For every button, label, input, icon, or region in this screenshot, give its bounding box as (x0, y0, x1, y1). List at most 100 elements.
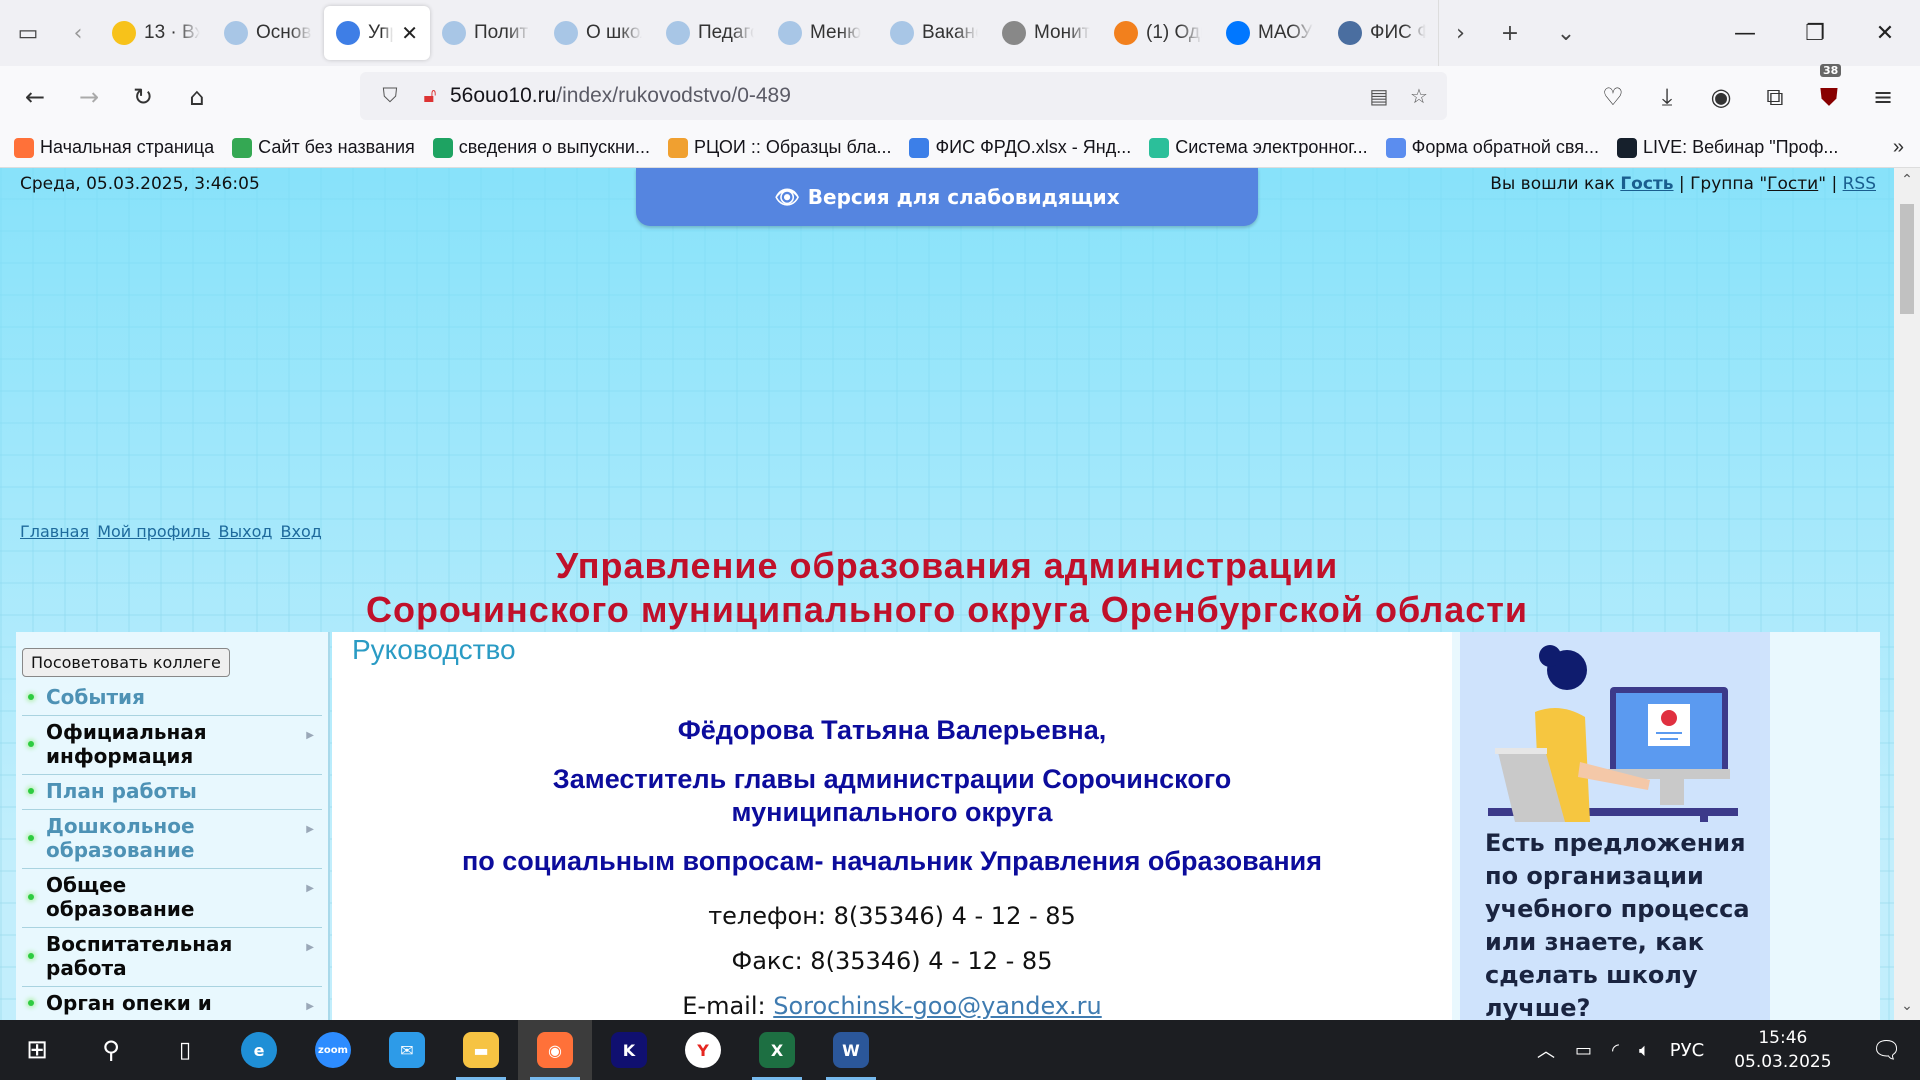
firefox-view-icon[interactable]: ▭ (0, 0, 56, 66)
language-indicator[interactable]: РУС (1670, 1040, 1704, 1061)
submenu-arrow-icon: ▶ (306, 1001, 314, 1012)
taskbar-app-excel[interactable]: X (740, 1020, 814, 1080)
bookmark-6[interactable]: Форма обратной свя... (1385, 137, 1599, 158)
pocket-icon[interactable]: ♡ (1586, 70, 1640, 124)
bookmark-2[interactable]: сведения о выпускни... (432, 137, 650, 158)
bookmark-0[interactable]: Начальная страница (14, 137, 214, 158)
tab-3[interactable]: Политика (430, 6, 542, 60)
search-button[interactable]: ⚲ (74, 1020, 148, 1080)
sidebar-item-4[interactable]: Общее образование ▶ (22, 869, 322, 928)
yandex-mail-icon (112, 21, 136, 45)
taskbar-app-kaspersky[interactable]: K (592, 1020, 666, 1080)
show-hidden-icons-icon[interactable]: ︿ (1537, 1037, 1555, 1063)
ublock-icon[interactable]: ⛊ 38 (1802, 64, 1856, 124)
bookmark-4[interactable]: ФИС ФРДО.xlsx - Янд... (909, 137, 1131, 158)
new-tab-icon[interactable]: + (1482, 0, 1538, 66)
tab-2[interactable]: Управление ✕ (324, 6, 430, 60)
tab-label: (1) Одноклассники (1146, 22, 1202, 43)
taskbar-app-firefox[interactable]: ◉ (518, 1020, 592, 1080)
tab-9[interactable]: (1) Одноклассники (1102, 6, 1214, 60)
tab-10[interactable]: МАОУ (1214, 6, 1326, 60)
account-icon[interactable]: ◉ (1694, 70, 1748, 124)
r-icon (1617, 137, 1638, 158)
scroll-up-icon[interactable]: ⌃ (1894, 172, 1920, 194)
top-links: Главная Мой профиль Выход Вход (20, 522, 325, 541)
bullet-icon (28, 894, 34, 900)
bookmark-1[interactable]: Сайт без названия (232, 137, 415, 158)
feedback-promo[interactable]: Есть предложения по организации учебного… (1460, 632, 1770, 1020)
login-link[interactable]: Вход (281, 522, 322, 541)
list-tabs-icon[interactable]: ⌄ (1538, 0, 1594, 66)
taskbar-app-mail[interactable]: ✉ (370, 1020, 444, 1080)
shield-icon[interactable]: ⛉ (370, 76, 410, 116)
bookmark-7[interactable]: LIVE: Вебинар "Проф... (1617, 137, 1838, 158)
user-link[interactable]: Гость (1620, 174, 1673, 194)
scroll-tabs-left-icon[interactable]: ‹ (56, 0, 100, 66)
sidebar-item-3[interactable]: Дошкольное образование ▶ (22, 810, 322, 869)
tab-6[interactable]: Меню (766, 6, 878, 60)
taskbar-app-explorer[interactable]: ▬ (444, 1020, 518, 1080)
insecure-lock-icon[interactable]: 🔓︎ (410, 76, 450, 116)
wifi-icon[interactable]: ◜ (1612, 1040, 1619, 1061)
tab-11[interactable]: ФИС ФРДО (1326, 6, 1438, 60)
restore-icon[interactable]: ❐ (1780, 0, 1850, 66)
forward-icon[interactable]: → (62, 70, 116, 124)
taskbar-app-edge[interactable]: e (222, 1020, 296, 1080)
vision-impaired-button[interactable]: 👁︎ Версия для слабовидящих (636, 168, 1258, 226)
rss-link[interactable]: RSS (1843, 174, 1876, 194)
advise-colleague-button[interactable]: Посоветовать коллеге (22, 648, 230, 677)
home-icon[interactable]: ⌂ (170, 70, 224, 124)
bookmark-label: сведения о выпускни... (458, 137, 650, 157)
sidebar-item-0[interactable]: События (22, 681, 322, 716)
close-window-icon[interactable]: ✕ (1850, 0, 1920, 66)
yandex-browser-icon: Y (685, 1032, 721, 1068)
sidebar-item-2[interactable]: План работы (22, 775, 322, 810)
rcoi-icon (667, 137, 688, 158)
taskbar-app-yandex-browser[interactable]: Y (666, 1020, 740, 1080)
url-bar[interactable]: ⛉ 🔓︎ 56ouo10.ru/index/rukovodstvo/0-489 … (360, 72, 1447, 120)
sidebar-item-1[interactable]: Официальная информация ▶ (22, 716, 322, 775)
system-tray: ︿ ▭ ◜ 🔈︎ РУС 15:46 05.03.2025 🗨︎ (1527, 1020, 1920, 1080)
profile-link[interactable]: Мой профиль (97, 522, 210, 541)
tabs: 13 · Входящие Основные Управление ✕ Политика… (100, 6, 1438, 60)
downloads-icon[interactable]: ⤓ (1640, 70, 1694, 124)
bookmark-star-icon[interactable]: ☆ (1399, 76, 1439, 116)
taskbar-app-zoom[interactable]: zoom (296, 1020, 370, 1080)
page-scrollbar[interactable]: ⌃ ⌄ (1894, 168, 1920, 1020)
sidebar-item-6[interactable]: Орган опеки и ▶ (22, 987, 322, 1020)
group-link[interactable]: Гости (1767, 174, 1818, 194)
sidebar-item-5[interactable]: Воспитательная работа ▶ (22, 928, 322, 987)
tab-4[interactable]: О школе (542, 6, 654, 60)
logout-link[interactable]: Выход (219, 522, 273, 541)
taskbar-app-word[interactable]: W (814, 1020, 888, 1080)
tab-0[interactable]: 13 · Входящие (100, 6, 212, 60)
task-view-button[interactable]: ▯ (148, 1020, 222, 1080)
start-button[interactable]: ⊞ (0, 1020, 74, 1080)
minimize-icon[interactable]: — (1710, 0, 1780, 66)
bullet-icon (28, 788, 34, 794)
reload-icon[interactable]: ↻ (116, 70, 170, 124)
battery-icon[interactable]: ▭ (1575, 1040, 1592, 1061)
position-line3: по социальным вопросам- начальник Управл… (461, 846, 1323, 876)
back-icon[interactable]: ← (8, 70, 62, 124)
more-bookmarks-icon[interactable]: » (1893, 136, 1904, 159)
reader-view-icon[interactable]: ▤ (1359, 76, 1399, 116)
notifications-icon[interactable]: 🗨︎ (1872, 1036, 1902, 1064)
email-link[interactable]: Sorochinsk-goo@yandex.ru (773, 992, 1102, 1020)
clock[interactable]: 15:46 05.03.2025 (1734, 1026, 1831, 1074)
bookmark-5[interactable]: Система электронног... (1149, 137, 1368, 158)
scroll-down-icon[interactable]: ⌄ (1894, 998, 1920, 1020)
tab-7[interactable]: Вакансии (878, 6, 990, 60)
scroll-tabs-right-icon[interactable]: › (1438, 0, 1482, 66)
bookmark-3[interactable]: РЦОИ :: Образцы бла... (667, 137, 891, 158)
volume-icon[interactable]: 🔈︎ (1639, 1040, 1650, 1061)
tab-1[interactable]: Основные (212, 6, 324, 60)
home-link[interactable]: Главная (20, 522, 89, 541)
close-tab-icon[interactable]: ✕ (401, 21, 418, 46)
menu-icon[interactable]: ≡ (1856, 70, 1910, 124)
scrollbar-thumb[interactable] (1900, 204, 1914, 314)
tab-8[interactable]: Мониторинг (990, 6, 1102, 60)
tab-5[interactable]: Педагоги (654, 6, 766, 60)
extensions-icon[interactable]: ⧉ (1748, 70, 1802, 124)
monitoring-icon (1002, 21, 1026, 45)
